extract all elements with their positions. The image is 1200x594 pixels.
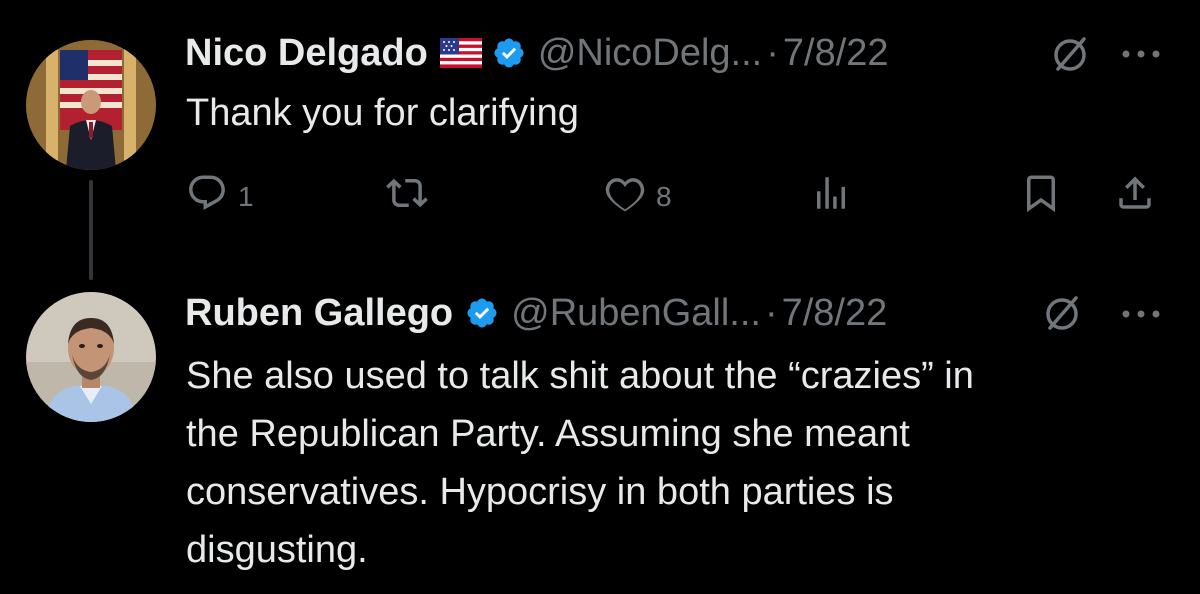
- grok-icon[interactable]: [1048, 33, 1092, 77]
- share-button[interactable]: [1114, 172, 1156, 221]
- tweet-date[interactable]: 7/8/22: [783, 32, 889, 75]
- views-icon: [810, 172, 852, 221]
- tweet-ruben-gallego[interactable]: Ruben Gallego @RubenGall... · 7/8/22 She…: [0, 270, 1200, 594]
- tweet-date[interactable]: 7/8/22: [782, 292, 888, 335]
- handle[interactable]: @NicoDelg...: [538, 32, 762, 75]
- verified-badge-icon: [465, 296, 499, 330]
- reply-button[interactable]: 1: [186, 172, 254, 221]
- avatar[interactable]: [26, 292, 156, 422]
- retweet-button[interactable]: [386, 172, 428, 221]
- tweet-header: Nico Delgado @NicoDelg... · 7/8/22: [185, 28, 889, 78]
- grok-icon[interactable]: [1040, 292, 1084, 336]
- avatar[interactable]: [26, 40, 156, 170]
- retweet-icon: [386, 172, 428, 221]
- tweet-header: Ruben Gallego @RubenGall... · 7/8/22: [185, 288, 887, 338]
- tweet-text-line: Thank you for clarifying: [186, 92, 579, 134]
- bookmark-icon: [1020, 172, 1062, 221]
- bookmark-button[interactable]: [1020, 172, 1062, 221]
- separator-dot: ·: [766, 31, 779, 74]
- separator-dot: ·: [764, 291, 778, 334]
- tweet-text-line: She also used to talk shit about the “cr…: [186, 355, 974, 397]
- tweet-text-line: disgusting.: [186, 529, 368, 571]
- display-name[interactable]: Nico Delgado: [185, 32, 428, 75]
- tweet-nico-delgado[interactable]: Nico Delgado @NicoDelg... · 7/8/22 Thank…: [0, 0, 1200, 280]
- tweet-actions: 1 8: [0, 168, 1200, 218]
- reply-count: 1: [238, 180, 254, 212]
- avatar-ruben-image: [26, 292, 156, 422]
- like-count: 8: [656, 180, 672, 212]
- tweet-text-line: conservatives. Hypocrisy in both parties…: [186, 471, 894, 513]
- tweet-text: She also used to talk shit about the “cr…: [186, 347, 1166, 579]
- share-icon: [1114, 172, 1156, 221]
- display-name[interactable]: Ruben Gallego: [185, 292, 453, 335]
- us-flag-icon: [439, 38, 482, 68]
- more-icon[interactable]: [1120, 308, 1162, 320]
- heart-icon: [604, 172, 646, 221]
- views-button[interactable]: [810, 172, 852, 221]
- avatar-nico-image: [26, 40, 156, 170]
- tweet-text: Thank you for clarifying: [186, 84, 1166, 142]
- verified-badge-icon: [492, 36, 526, 70]
- reply-icon: [186, 172, 228, 221]
- tweet-text-line: the Republican Party. Assuming she meant: [186, 413, 910, 455]
- more-icon[interactable]: [1120, 48, 1162, 60]
- handle[interactable]: @RubenGall...: [511, 292, 761, 335]
- like-button[interactable]: 8: [604, 172, 672, 221]
